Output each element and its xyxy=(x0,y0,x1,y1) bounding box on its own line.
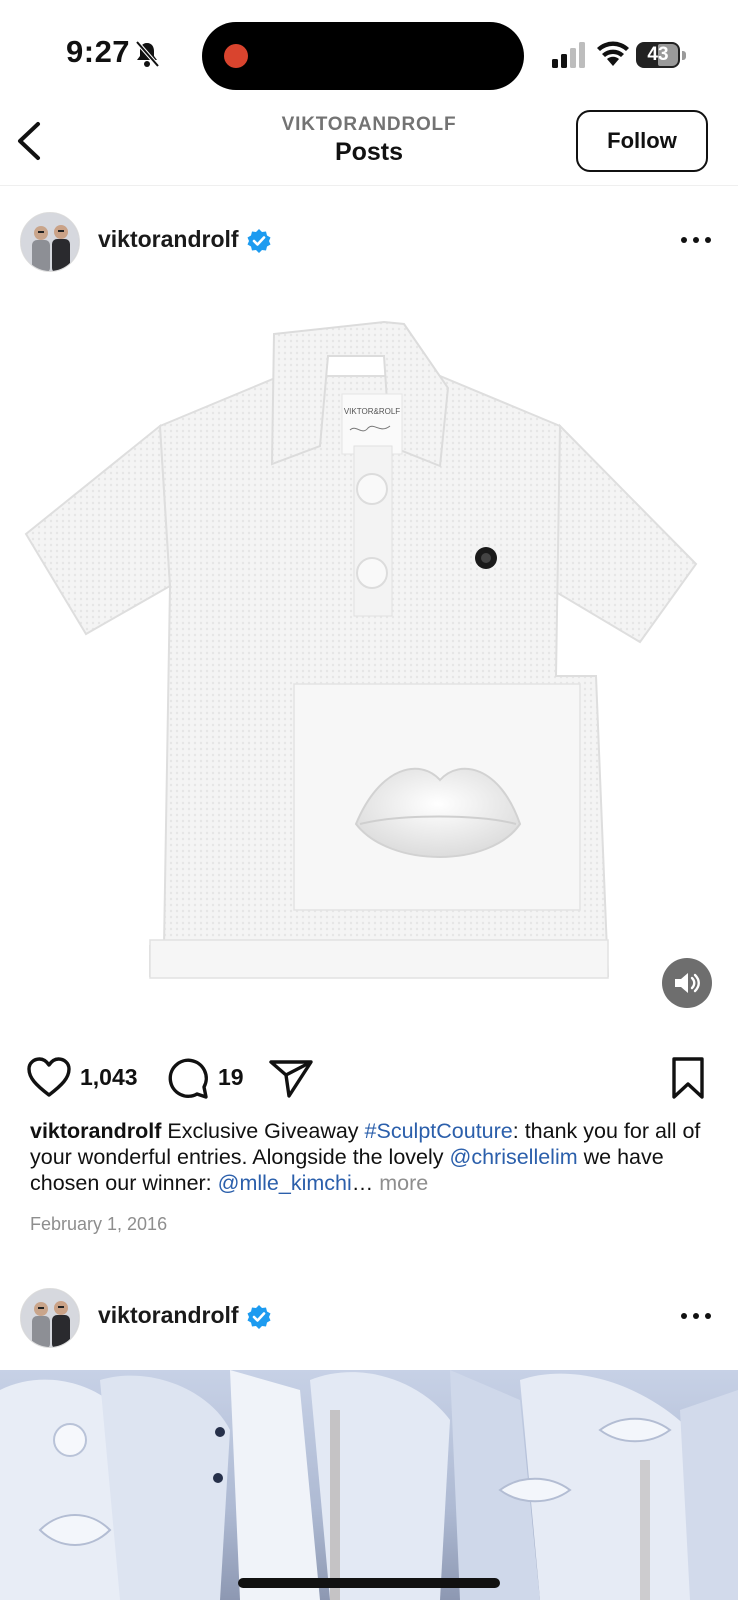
follow-button[interactable]: Follow xyxy=(576,110,708,172)
battery-icon: 43 xyxy=(636,42,686,68)
caption-ellipsis: … xyxy=(351,1171,374,1195)
caption-more-link[interactable]: more xyxy=(373,1171,428,1195)
neck-label-text: VIKTOR&ROLF xyxy=(344,407,400,416)
post-date: February 1, 2016 xyxy=(30,1214,168,1234)
post-image[interactable]: VIKTOR&ROLF xyxy=(0,296,738,1018)
bell-slash-icon xyxy=(135,40,160,68)
status-bar: 9:27 43 xyxy=(0,0,738,104)
post-username[interactable]: viktorandrolf xyxy=(98,226,239,253)
post-header: viktorandrolf xyxy=(0,1266,738,1366)
post-actions: 1,043 19 xyxy=(0,1050,738,1106)
post-header: viktorandrolf xyxy=(0,190,738,290)
recording-indicator xyxy=(224,44,248,68)
share-icon[interactable] xyxy=(268,1058,314,1100)
battery-level: 43 xyxy=(647,44,669,65)
caption-mention[interactable]: @chrisellelim xyxy=(450,1145,578,1169)
sound-toggle-button[interactable] xyxy=(662,958,712,1008)
caption-hashtag[interactable]: #SculptCouture xyxy=(365,1119,513,1143)
dynamic-island xyxy=(202,22,524,90)
more-options-icon[interactable] xyxy=(678,230,714,250)
like-count[interactable]: 1,043 xyxy=(80,1064,138,1091)
comment-icon[interactable] xyxy=(166,1056,210,1100)
avatar[interactable] xyxy=(20,212,80,272)
comment-count[interactable]: 19 xyxy=(218,1064,244,1091)
post-image[interactable] xyxy=(0,1370,738,1600)
avatar[interactable] xyxy=(20,1288,80,1348)
home-indicator[interactable] xyxy=(238,1578,500,1588)
caption-text: Exclusive Giveaway xyxy=(161,1119,365,1143)
wifi-icon xyxy=(597,41,629,66)
verified-badge-icon xyxy=(247,1305,271,1329)
status-time: 9:27 xyxy=(66,34,131,69)
sound-icon xyxy=(675,973,700,993)
nav-header: VIKTORANDROLF Posts Follow xyxy=(0,104,738,186)
bookmark-icon[interactable] xyxy=(670,1056,706,1100)
heart-icon[interactable] xyxy=(26,1056,72,1098)
signal-icon xyxy=(552,42,585,68)
post-caption: viktorandrolf Exclusive Giveaway #Sculpt… xyxy=(30,1118,720,1196)
caption-mention[interactable]: @mlle_kimchi xyxy=(218,1171,352,1195)
caption-username[interactable]: viktorandrolf xyxy=(30,1119,161,1143)
verified-badge-icon xyxy=(247,229,271,253)
post-username[interactable]: viktorandrolf xyxy=(98,1302,239,1329)
more-options-icon[interactable] xyxy=(678,1306,714,1326)
